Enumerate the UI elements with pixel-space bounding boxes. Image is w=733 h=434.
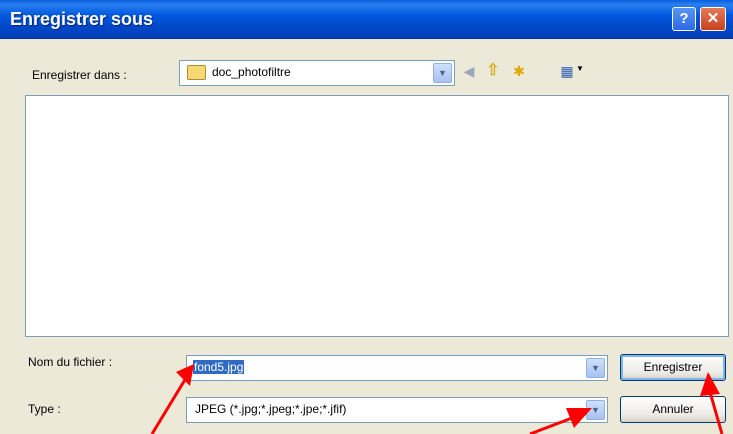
location-dropdown[interactable]: doc_photofiltre ▼ [179, 60, 455, 86]
type-label: Type : [28, 402, 61, 416]
views-caret-icon[interactable]: ▼ [576, 64, 584, 73]
new-folder-icon[interactable]: ✱ [510, 62, 528, 80]
cancel-button[interactable]: Annuler [620, 396, 726, 423]
title-bar: Enregistrer sous ? ✕ [0, 0, 733, 39]
filename-value[interactable]: fond5.jpg [193, 360, 245, 374]
save-button[interactable]: Enregistrer [620, 354, 726, 381]
chevron-down-icon[interactable]: ▼ [586, 358, 605, 378]
location-value: doc_photofiltre [212, 65, 291, 79]
type-value: JPEG (*.jpg;*.jpeg;*.jpe;*.jfif) [195, 402, 347, 416]
file-list[interactable] [25, 95, 729, 337]
window-title: Enregistrer sous [10, 9, 154, 29]
chevron-down-icon[interactable]: ▼ [433, 63, 452, 83]
filename-field[interactable]: fond5.jpg ▼ [186, 355, 608, 381]
help-button[interactable]: ? [672, 7, 696, 31]
chevron-down-icon[interactable]: ▼ [586, 400, 605, 420]
up-folder-icon[interactable]: ⇧ [484, 62, 502, 80]
location-label: Enregistrer dans : [32, 68, 127, 82]
back-icon[interactable]: ◀ [460, 62, 478, 80]
close-button[interactable]: ✕ [700, 7, 726, 31]
filename-label: Nom du fichier : [28, 355, 113, 369]
type-dropdown[interactable]: JPEG (*.jpg;*.jpeg;*.jpe;*.jfif) ▼ [186, 397, 608, 423]
views-icon[interactable]: ▦ [558, 62, 576, 80]
folder-icon [187, 65, 206, 80]
